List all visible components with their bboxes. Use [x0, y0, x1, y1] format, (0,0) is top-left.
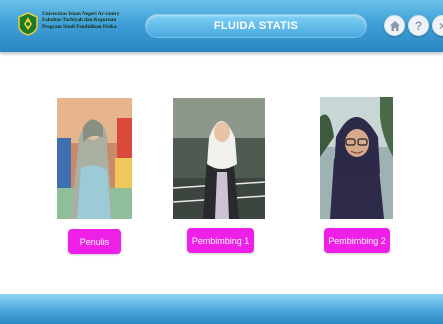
- title-pill: FLUIDA STATIS: [146, 15, 366, 37]
- footer-bar: [0, 294, 443, 324]
- university-logo: [18, 12, 38, 36]
- institution-line: Program Studi Pendidikan Fisika: [42, 23, 117, 30]
- institution-name: Universitas Islam Negeri Ar-raniry Fakul…: [42, 11, 152, 30]
- photo-penulis: [57, 98, 132, 219]
- close-icon: ×: [438, 18, 443, 33]
- home-button[interactable]: [384, 15, 405, 36]
- pembimbing-1-button[interactable]: Pembimbing 1: [187, 228, 254, 253]
- help-icon: ?: [414, 18, 423, 33]
- photo-pembimbing-1: [173, 98, 265, 219]
- header-bar: Universitas Islam Negeri Ar-raniry Fakul…: [0, 0, 443, 52]
- home-icon: [389, 20, 400, 31]
- page-title: FLUIDA STATIS: [213, 20, 299, 32]
- close-button[interactable]: ×: [432, 15, 443, 36]
- photo-pembimbing-2: [320, 97, 393, 219]
- help-button[interactable]: ?: [408, 15, 429, 36]
- penulis-button[interactable]: Penulis: [68, 229, 121, 254]
- pembimbing-2-button[interactable]: Pembimbing 2: [324, 228, 390, 253]
